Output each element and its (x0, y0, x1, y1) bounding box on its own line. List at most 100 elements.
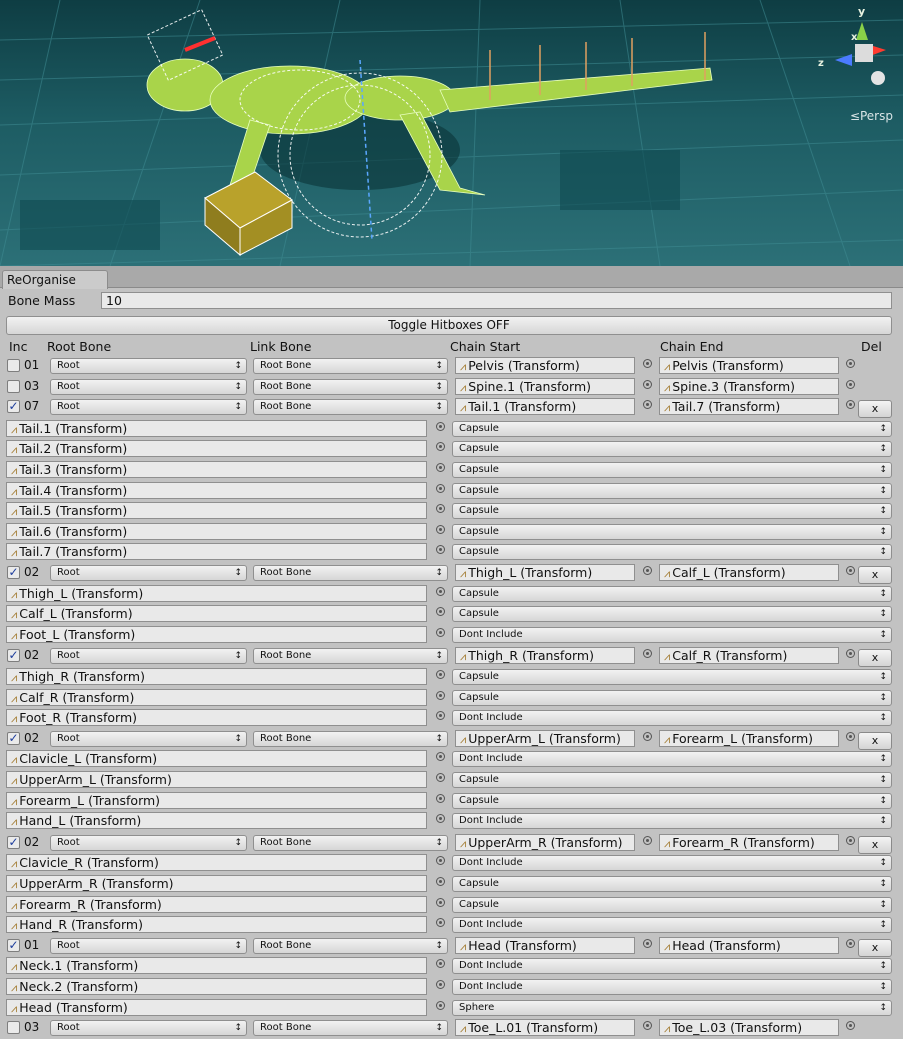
root-bone-dropdown[interactable]: Root ↕ (50, 378, 247, 395)
bone-field[interactable]: ⩘ Tail.4 (Transform) (6, 481, 427, 499)
include-checkbox[interactable]: ✓ (7, 938, 20, 952)
link-bone-dropdown[interactable]: Root Bone ↕ (253, 730, 448, 747)
hitbox-shape-dropdown[interactable]: Dont Include ↕ (452, 710, 892, 727)
link-bone-dropdown[interactable]: Root Bone ↕ (253, 378, 448, 395)
link-bone-dropdown[interactable]: Root Bone ↕ (253, 937, 448, 954)
hitbox-shape-dropdown[interactable]: Dont Include ↕ (452, 751, 892, 768)
root-bone-dropdown[interactable]: Root ↕ (50, 648, 247, 665)
chain-start-field[interactable]: ⩘ Thigh_L (Transform) (455, 564, 635, 581)
link-bone-dropdown[interactable]: Root Bone ↕ (253, 565, 448, 581)
object-picker-icon[interactable] (846, 1021, 855, 1031)
hitbox-shape-dropdown[interactable]: Dont Include ↕ (452, 958, 892, 975)
bone-field[interactable]: ⩘ Tail.7 (Transform) (6, 543, 427, 561)
object-picker-icon[interactable] (436, 463, 445, 472)
chain-start-field[interactable]: ⩘ UpperArm_L (Transform) (455, 729, 635, 747)
chain-start-field[interactable]: ⩘ Pelvis (Transform) (455, 357, 635, 374)
object-picker-icon[interactable] (436, 545, 445, 555)
bone-field[interactable]: ⩘ Clavicle_L (Transform) (6, 750, 427, 768)
bone-field[interactable]: ⩘ Tail.2 (Transform) (6, 440, 427, 458)
toggle-hitboxes-button[interactable]: Toggle Hitboxes OFF (6, 316, 892, 335)
object-picker-icon[interactable] (643, 379, 652, 389)
delete-chain-button[interactable]: x (858, 938, 892, 957)
delete-chain-button[interactable]: x (858, 649, 892, 668)
root-bone-dropdown[interactable]: Root ↕ (50, 834, 247, 851)
bone-field[interactable]: ⩘ Tail.1 (Transform) (6, 419, 427, 437)
chain-end-field[interactable]: ⩘ Pelvis (Transform) (659, 357, 839, 374)
object-picker-icon[interactable] (643, 731, 652, 741)
bone-field[interactable]: ⩘ Hand_L (Transform) (6, 812, 427, 830)
object-picker-icon[interactable] (643, 938, 652, 948)
object-picker-icon[interactable] (643, 835, 652, 845)
object-picker-icon[interactable] (436, 586, 445, 596)
link-bone-dropdown[interactable]: Root Bone ↕ (253, 399, 448, 416)
object-picker-icon[interactable] (436, 856, 445, 866)
include-checkbox[interactable]: ✓ (7, 400, 20, 414)
object-picker-icon[interactable] (436, 773, 445, 782)
object-picker-icon[interactable] (846, 938, 855, 948)
object-picker-icon[interactable] (436, 1000, 445, 1010)
chain-end-field[interactable]: ⩘ Calf_L (Transform) (659, 564, 839, 581)
object-picker-icon[interactable] (436, 711, 445, 721)
hitbox-shape-dropdown[interactable]: Sphere ↕ (452, 999, 892, 1016)
object-picker-icon[interactable] (436, 918, 445, 928)
object-picker-icon[interactable] (643, 359, 652, 368)
hitbox-shape-dropdown[interactable]: Capsule ↕ (452, 792, 892, 809)
link-bone-dropdown[interactable]: Root Bone ↕ (253, 358, 448, 374)
object-picker-icon[interactable] (436, 627, 445, 637)
hitbox-shape-dropdown[interactable]: Capsule ↕ (452, 420, 892, 437)
object-picker-icon[interactable] (436, 607, 445, 617)
object-picker-icon[interactable] (643, 649, 652, 659)
root-bone-dropdown[interactable]: Root ↕ (50, 358, 247, 374)
chain-end-field[interactable]: ⩘ Tail.7 (Transform) (659, 398, 839, 416)
chain-start-field[interactable]: ⩘ Toe_L.01 (Transform) (455, 1019, 635, 1037)
object-picker-icon[interactable] (436, 980, 445, 989)
hitbox-shape-dropdown[interactable]: Capsule ↕ (452, 689, 892, 706)
root-bone-dropdown[interactable]: Root ↕ (50, 937, 247, 954)
chain-end-field[interactable]: ⩘ Toe_L.03 (Transform) (659, 1019, 839, 1037)
hitbox-shape-dropdown[interactable]: Capsule ↕ (452, 523, 892, 540)
root-bone-dropdown[interactable]: Root ↕ (50, 565, 247, 581)
bone-field[interactable]: ⩘ Calf_L (Transform) (6, 605, 427, 623)
hitbox-shape-dropdown[interactable]: Capsule ↕ (452, 896, 892, 913)
object-picker-icon[interactable] (436, 897, 445, 907)
hitbox-shape-dropdown[interactable]: Capsule ↕ (452, 441, 892, 458)
object-picker-icon[interactable] (436, 504, 445, 514)
chain-start-field[interactable]: ⩘ Thigh_R (Transform) (455, 647, 635, 665)
include-checkbox[interactable]: ✓ (7, 731, 20, 745)
include-checkbox[interactable] (7, 359, 20, 372)
bone-field[interactable]: ⩘ Hand_R (Transform) (6, 916, 427, 934)
root-bone-dropdown[interactable]: Root ↕ (50, 1020, 247, 1037)
object-picker-icon[interactable] (436, 690, 445, 700)
hitbox-shape-dropdown[interactable]: Dont Include ↕ (452, 855, 892, 872)
object-picker-icon[interactable] (436, 442, 445, 452)
object-picker-icon[interactable] (643, 400, 652, 410)
hitbox-shape-dropdown[interactable]: Capsule ↕ (452, 606, 892, 623)
bone-field[interactable]: ⩘ Tail.3 (Transform) (6, 461, 427, 478)
bone-field[interactable]: ⩘ Forearm_L (Transform) (6, 791, 427, 809)
hitbox-shape-dropdown[interactable]: Capsule ↕ (452, 669, 892, 685)
object-picker-icon[interactable] (846, 731, 855, 741)
chain-end-field[interactable]: ⩘ Forearm_R (Transform) (659, 833, 839, 851)
bone-field[interactable]: ⩘ Tail.5 (Transform) (6, 502, 427, 520)
bone-field[interactable]: ⩘ Neck.2 (Transform) (6, 978, 427, 995)
root-bone-dropdown[interactable]: Root ↕ (50, 730, 247, 747)
perspective-label[interactable]: ≤Persp (850, 109, 893, 123)
chain-start-field[interactable]: ⩘ UpperArm_R (Transform) (455, 833, 635, 851)
hitbox-shape-dropdown[interactable]: Capsule ↕ (452, 503, 892, 520)
bone-field[interactable]: ⩘ Foot_L (Transform) (6, 625, 427, 643)
hitbox-shape-dropdown[interactable]: Capsule ↕ (452, 482, 892, 499)
object-picker-icon[interactable] (436, 483, 445, 493)
bone-field[interactable]: ⩘ Head (Transform) (6, 998, 427, 1016)
chain-start-field[interactable]: ⩘ Tail.1 (Transform) (455, 398, 635, 416)
include-checkbox[interactable] (7, 1021, 20, 1035)
object-picker-icon[interactable] (436, 814, 445, 824)
include-checkbox[interactable]: ✓ (7, 566, 20, 579)
hitbox-shape-dropdown[interactable]: Capsule ↕ (452, 772, 892, 788)
link-bone-dropdown[interactable]: Root Bone ↕ (253, 648, 448, 665)
object-picker-icon[interactable] (643, 566, 652, 575)
chain-end-field[interactable]: ⩘ Calf_R (Transform) (659, 647, 839, 665)
hitbox-shape-dropdown[interactable]: Capsule ↕ (452, 585, 892, 602)
link-bone-dropdown[interactable]: Root Bone ↕ (253, 834, 448, 851)
object-picker-icon[interactable] (436, 670, 445, 679)
object-picker-icon[interactable] (436, 752, 445, 762)
